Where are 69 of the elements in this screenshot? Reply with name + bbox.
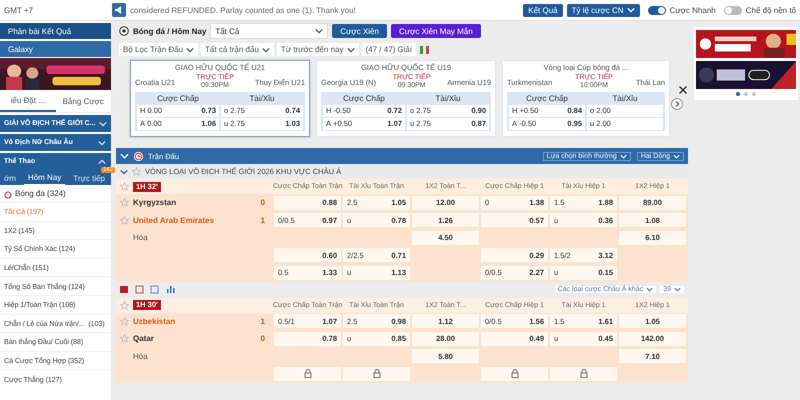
clock-icon <box>133 150 144 162</box>
lock-icon <box>510 369 518 378</box>
market-select[interactable]: Tất Cả <box>210 23 328 39</box>
sidebar-link[interactable]: Galaxy <box>0 41 111 57</box>
chevron-down-icon <box>620 154 627 158</box>
star-icon[interactable] <box>120 182 129 191</box>
star-icon[interactable] <box>132 167 141 176</box>
parlay-button[interactable]: Cược Xiên <box>332 24 387 38</box>
chevron-down-icon <box>315 28 324 34</box>
parlay-button[interactable]: Cược Xiên May Mắn <box>390 24 481 38</box>
filter-dropdown[interactable]: Tất cả trận đấu <box>201 43 274 56</box>
time-tab[interactable]: Hôm Nay <box>24 173 66 185</box>
notice-ticker: considered REFUNDED. Parlay counted as one (1). Thank you! <box>130 6 356 14</box>
close-icon[interactable] <box>678 85 688 95</box>
team-name: Uzbekistan <box>133 316 176 326</box>
carousel-dot[interactable] <box>736 92 740 96</box>
stats-icons-drawing[interactable] <box>120 285 176 294</box>
star-icon[interactable] <box>120 198 129 208</box>
carousel-dot[interactable] <box>752 92 756 96</box>
chevron-down-icon <box>98 120 107 126</box>
score: 1 <box>260 316 266 326</box>
sidebar-tab[interactable]: iểu Đặt ... <box>0 90 56 112</box>
league-count[interactable]: (47 / 47) Giải <box>362 43 416 56</box>
toggle-switch[interactable] <box>648 6 666 14</box>
time-tab[interactable]: ớm <box>0 174 20 185</box>
star-icon[interactable] <box>120 216 129 225</box>
star-icon[interactable] <box>120 316 129 326</box>
team-name: United Arab Emirates <box>133 216 216 225</box>
toggle-label: Cược Nhanh <box>670 6 716 14</box>
star-icon[interactable] <box>120 334 129 344</box>
column-header: Cược Chấp <box>342 93 386 104</box>
team-name: Kyrgyzstan <box>133 198 178 208</box>
column-header: Tài/Xỉu <box>612 93 638 104</box>
collapse-icon[interactable] <box>120 168 128 174</box>
team-name: Hòa <box>133 233 149 242</box>
odds-button[interactable]: Kết Quả <box>523 4 563 16</box>
carousel-dot[interactable] <box>744 92 748 96</box>
sidebar-tab[interactable]: Bảng Cược <box>56 92 111 110</box>
sport-item[interactable]: Bóng đá (324) <box>0 185 111 202</box>
chevron-down-icon <box>646 287 654 292</box>
column-header: Cược Chấp <box>156 93 200 104</box>
column-header: Tài/Xỉu <box>434 93 462 104</box>
score: 0 <box>260 198 266 208</box>
toggle-label: Chế độ nền tố <box>746 6 796 14</box>
chevron-down-icon <box>674 287 681 292</box>
column-header: Tài/Xỉu <box>248 93 276 104</box>
team-name: Hòa <box>133 352 149 361</box>
score: 1 <box>260 216 266 225</box>
lock-icon <box>580 369 588 378</box>
toggle-switch[interactable] <box>724 6 742 14</box>
score: 0 <box>260 334 266 344</box>
filter-dropdown[interactable]: Từ trước đến nay <box>276 43 359 56</box>
filter-dropdown[interactable]: Bộ Lọc Trận Đấu <box>119 43 198 56</box>
chevron-down-icon <box>346 46 355 52</box>
clock-text: GMT +7 <box>4 6 34 14</box>
chevron-down-icon <box>98 140 106 146</box>
lock-icon <box>304 369 312 378</box>
lock-icon <box>372 369 380 378</box>
chevron-up-icon <box>98 158 106 164</box>
breadcrumb: Bóng đá / Hôm Nay <box>133 26 206 36</box>
chevron-down-icon <box>673 154 680 158</box>
team-name: Qatar <box>133 334 155 344</box>
chevron-down-icon <box>262 46 270 52</box>
chevron-down-icon <box>186 46 194 52</box>
odds-button[interactable]: Tỷ lệ cược CN <box>566 4 640 16</box>
column-header: Cược Chấp <box>525 93 569 104</box>
sidebar-link[interactable]: Phân bài Kết Quả <box>0 23 111 39</box>
star-icon[interactable] <box>120 300 129 310</box>
megaphone-icon <box>112 3 126 17</box>
